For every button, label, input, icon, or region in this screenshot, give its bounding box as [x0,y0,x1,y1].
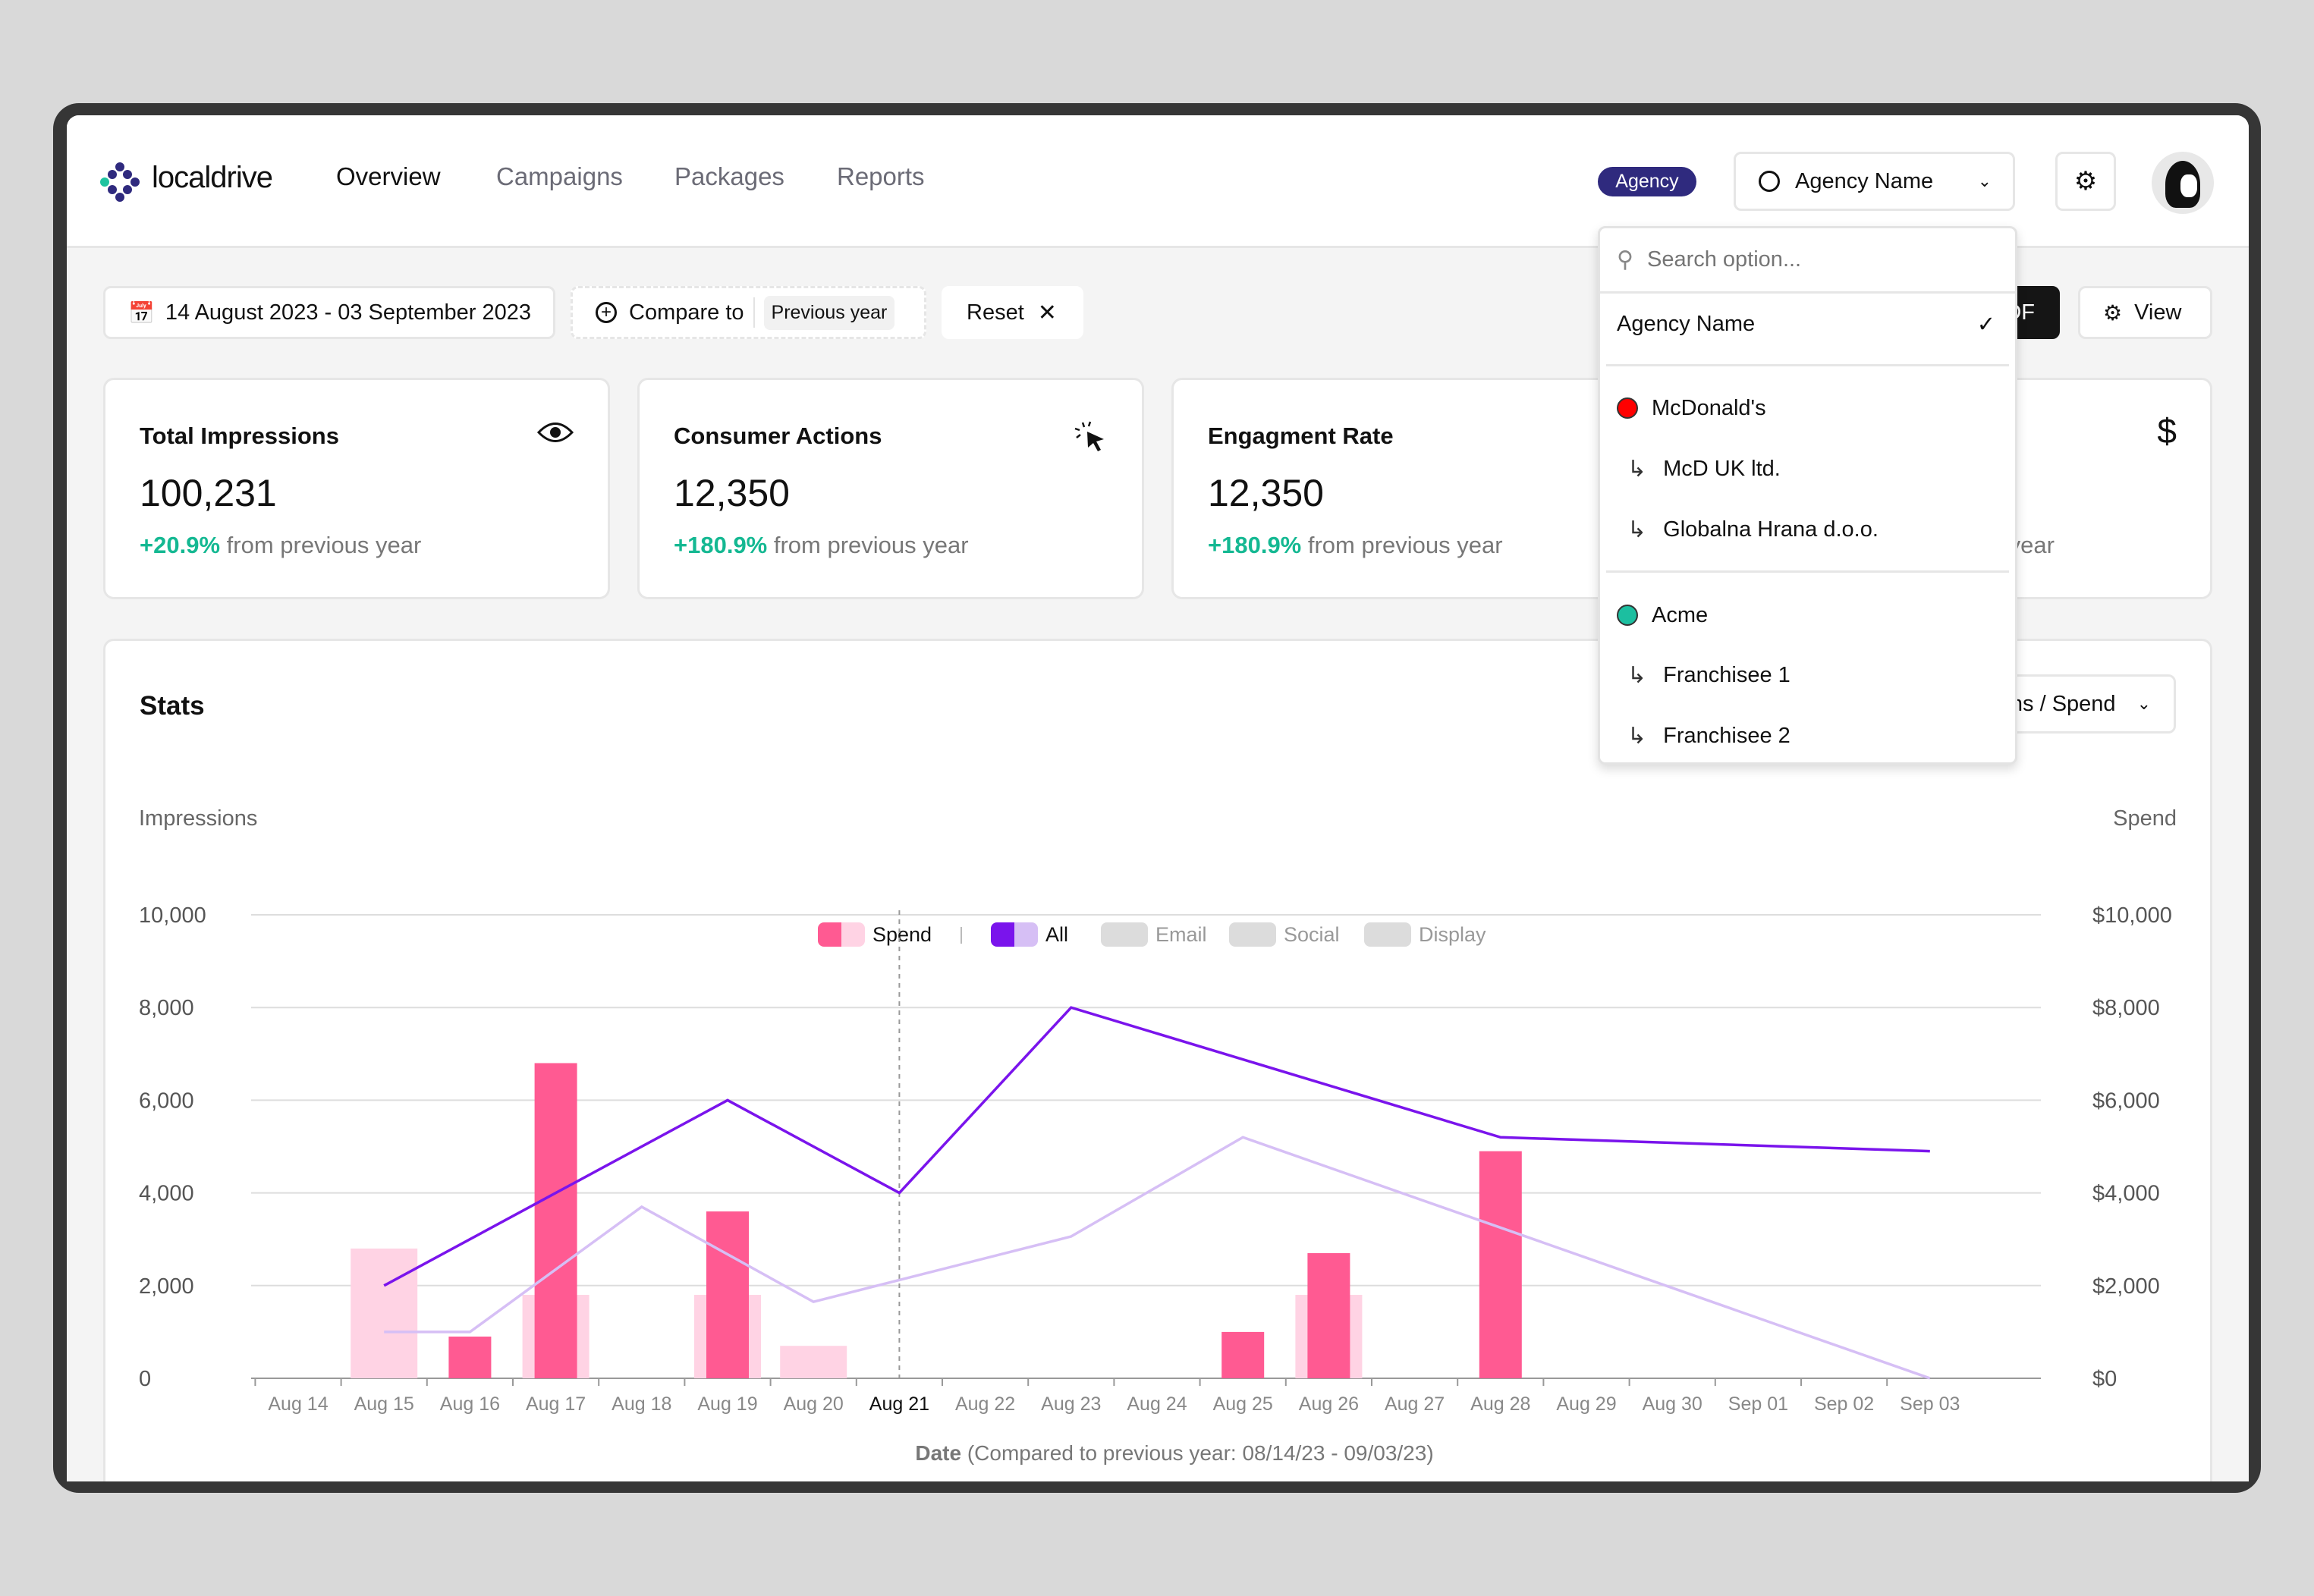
line-impressions-previous [384,1136,1931,1380]
x-tick-label: Aug 15 [354,1393,414,1415]
dropdown-item-child[interactable]: ↳ Franchisee 2 [1600,716,2015,756]
dropdown-item-selected[interactable]: Agency Name ✓ [1600,304,2015,344]
dropdown-item-child[interactable]: ↳ Globalna Hrana d.o.o. [1600,510,2015,549]
x-tick-label: Aug 18 [612,1393,671,1415]
x-tick-label: Aug 24 [1127,1393,1187,1415]
y2-tick-label: $2,000 [2092,1274,2160,1299]
y2-tick-label: $8,000 [2092,996,2160,1020]
dropdown-item-acme[interactable]: Acme [1600,595,2015,635]
item-label: Globalna Hrana d.o.o. [1663,517,1879,542]
account-dropdown: ⚲ Agency Name ✓ McDonald's ↳McD UK ltd. … [1598,226,2017,765]
bar-spend-current [1307,1253,1350,1378]
x-tick-label: Aug 16 [440,1393,500,1415]
x-tick-label: Aug 30 [1643,1393,1702,1415]
bar-spend-current [448,1337,492,1378]
dropdown-item-child[interactable]: ↳ Franchisee 1 [1600,655,2015,695]
item-label: Agency Name [1617,311,1756,336]
dropdown-item-mcdonalds[interactable]: McDonald's [1600,388,2015,428]
bar-spend-current [1221,1331,1265,1378]
bar-spend-current [706,1211,749,1378]
return-arrow-icon: ↳ [1627,662,1647,688]
search-row: ⚲ [1600,228,2015,294]
x-tick-label: Sep 01 [1728,1393,1788,1415]
bar-spend-current [1479,1151,1522,1378]
y-tick-label: 4,000 [139,1182,194,1206]
x-tick-label: Aug 25 [1213,1393,1273,1415]
return-arrow-icon: ↳ [1627,456,1647,482]
y-tick-label: 2,000 [139,1274,194,1299]
return-arrow-icon: ↳ [1627,723,1647,749]
x-tick-label: Sep 02 [1814,1393,1874,1415]
y2-tick-label: $6,000 [2092,1089,2160,1113]
x-axis-title: Date (Compared to previous year: 08/14/2… [915,1441,1434,1465]
x-tick-label: Aug 27 [1385,1393,1445,1415]
x-tick-label: Aug 17 [526,1393,586,1415]
dropdown-item-child[interactable]: ↳ McD UK ltd. [1600,449,2015,489]
app-window: localdrive Overview Campaigns Packages R… [67,115,2249,1481]
x-tick-label: Aug 14 [268,1393,328,1415]
color-dot-icon [1617,397,1638,419]
search-input[interactable] [1646,247,1951,272]
y2-tick-label: $4,000 [2092,1182,2160,1206]
bar-spend-current [534,1063,577,1378]
color-dot-icon [1617,605,1638,626]
bar-spend-previous [780,1346,847,1378]
x-tick-label: Aug 29 [1556,1393,1616,1415]
item-label: McD UK ltd. [1663,456,1781,481]
x-tick-label: Sep 03 [1900,1393,1960,1415]
item-label: Acme [1652,602,1709,627]
x-tick-label: Aug 19 [697,1393,757,1415]
x-tick-label: Aug 26 [1299,1393,1359,1415]
search-icon: ⚲ [1617,247,1633,272]
y-tick-label: 8,000 [139,996,194,1020]
item-label: Franchisee 2 [1663,723,1791,748]
y-tick-label: 0 [139,1367,151,1391]
return-arrow-icon: ↳ [1627,517,1647,542]
item-label: Franchisee 1 [1663,662,1791,687]
item-label: McDonald's [1652,395,1766,420]
x-tick-label: Aug 22 [955,1393,1015,1415]
x-tick-label: Aug 20 [784,1393,844,1415]
check-icon: ✓ [1976,312,1995,337]
x-tick-label: Aug 23 [1041,1393,1101,1415]
y-tick-label: 6,000 [139,1089,194,1113]
y2-tick-label: $0 [2092,1367,2117,1391]
y2-tick-label: $10,000 [2092,903,2172,928]
y-tick-label: 10,000 [139,903,206,928]
line-impressions-current [383,1006,1930,1287]
bar-spend-previous [351,1248,418,1378]
x-tick-label: Aug 28 [1470,1393,1530,1415]
x-tick-label: Aug 21 [869,1393,929,1415]
